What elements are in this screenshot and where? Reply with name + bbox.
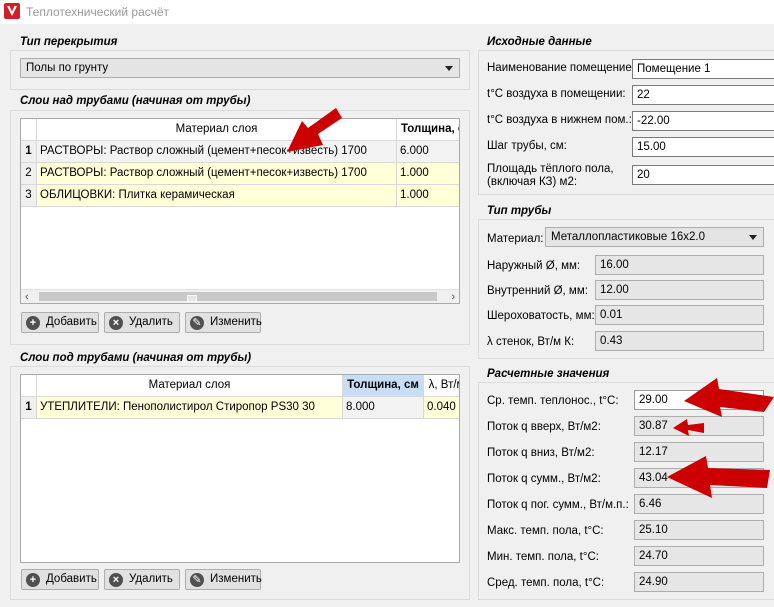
floor-type-select[interactable]: Полы по грунту xyxy=(20,58,460,78)
flow-up-label: Поток q вверх, Вт/м2: xyxy=(487,421,601,433)
mean-temp-label: Сред. темп. пола, t°C: xyxy=(487,577,605,589)
pipe-step-label: Шаг трубы, см: xyxy=(487,140,567,152)
table-corner xyxy=(21,375,37,397)
flow-linear-label: Поток q пог. сумм., Вт/м.п.: xyxy=(487,499,629,511)
room-temp-input[interactable]: 22 xyxy=(632,85,774,105)
max-temp-label: Макс. темп. пола, t°C: xyxy=(487,525,604,537)
button-label: Удалить xyxy=(129,573,173,585)
lower-temp-input[interactable]: -22.00 xyxy=(632,111,774,131)
table-cell-material[interactable]: РАСТВОРЫ: Раствор сложный (цемент+песок+… xyxy=(37,141,397,163)
results-title: Расчетные значения xyxy=(487,368,610,380)
scrollbar-grip xyxy=(187,295,197,302)
layers-above-table[interactable]: Материал слоя Толщина, см 1 РАСТВОРЫ: Ра… xyxy=(20,118,460,304)
column-header-thickness[interactable]: Толщина, см xyxy=(397,119,459,141)
floor-type-title: Тип перекрытия xyxy=(20,36,118,48)
button-label: Изменить xyxy=(210,316,262,328)
delete-layer-below-button[interactable]: × Удалить xyxy=(104,569,180,590)
outer-diameter-label: Наружный Ø, мм: xyxy=(487,260,581,272)
avg-temp-label: Ср. темп. теплонос., t°C: xyxy=(487,395,619,407)
scroll-left-icon[interactable]: ‹ xyxy=(25,291,29,303)
button-label: Изменить xyxy=(210,573,262,585)
mean-temp-field: 24.90 xyxy=(634,572,764,592)
wall-lambda-field: 0.43 xyxy=(595,331,764,351)
area-label-line2: (включая КЗ) м2: xyxy=(487,176,578,188)
layers-below-table[interactable]: Материал слоя Толщина, см λ, Вт/м К 1 УТ… xyxy=(20,374,460,563)
flow-sum-label: Поток q сумм., Вт/м2: xyxy=(487,473,601,485)
floor-type-value: Полы по грунту xyxy=(26,62,109,74)
table-cell-lambda[interactable]: 0.040 xyxy=(424,397,459,419)
table-cell-thickness[interactable]: 1.000 xyxy=(397,185,459,207)
outer-diameter-field: 16.00 xyxy=(595,255,764,275)
scrollbar-thumb[interactable] xyxy=(39,292,437,302)
delete-icon: × xyxy=(109,573,123,587)
lower-temp-label: t°C воздуха в нижнем пом.: xyxy=(487,114,632,126)
pipe-material-label: Материал: xyxy=(487,233,544,245)
table-cell-material[interactable]: ОБЛИЦОВКИ: Плитка керамическая xyxy=(37,185,397,207)
button-label: Добавить xyxy=(46,316,97,328)
area-label-line1: Площадь тёплого пола, xyxy=(487,163,614,175)
button-label: Удалить xyxy=(129,316,173,328)
column-header-thickness[interactable]: Толщина, см xyxy=(343,375,424,397)
edit-layer-above-button[interactable]: ✎ Изменить xyxy=(185,312,262,333)
chevron-down-icon xyxy=(749,235,757,240)
inner-diameter-label: Внутренний Ø, мм: xyxy=(487,285,588,297)
flow-linear-field: 6.46 xyxy=(634,494,764,514)
room-temp-label: t°C воздуха в помещении: xyxy=(487,88,626,100)
inner-diameter-field: 12.00 xyxy=(595,280,764,300)
plus-icon: + xyxy=(26,573,40,587)
edit-layer-below-button[interactable]: ✎ Изменить xyxy=(185,569,262,590)
table-corner xyxy=(21,119,37,141)
area-input[interactable]: 20 xyxy=(632,165,774,185)
flow-sum-field: 43.04 xyxy=(634,468,764,488)
column-header-lambda[interactable]: λ, Вт/м К xyxy=(424,375,459,397)
pipe-type-title: Тип трубы xyxy=(487,205,552,217)
row-number: 1 xyxy=(21,397,37,419)
table-cell-thickness[interactable]: 8.000 xyxy=(343,397,424,419)
delete-layer-above-button[interactable]: × Удалить xyxy=(104,312,180,333)
add-layer-below-button[interactable]: + Добавить xyxy=(21,569,99,590)
chevron-down-icon xyxy=(445,66,453,71)
plus-icon: + xyxy=(26,316,40,330)
pipe-material-value: Металлопластиковые 16x2.0 xyxy=(551,231,706,243)
row-number: 1 xyxy=(21,141,37,163)
table-cell-material[interactable]: УТЕПЛИТЕЛИ: Пенополистирол Стиропор PS30… xyxy=(37,397,343,419)
roughness-label: Шероховатость, мм: xyxy=(487,310,595,322)
edit-icon: ✎ xyxy=(190,573,204,587)
column-header-material[interactable]: Материал слоя xyxy=(37,119,397,141)
window-title: Теплотехнический расчёт xyxy=(26,5,170,19)
edit-icon: ✎ xyxy=(190,316,204,330)
button-label: Добавить xyxy=(46,573,97,585)
pipe-step-input[interactable]: 15.00 xyxy=(632,137,774,157)
table-cell-thickness[interactable]: 6.000 xyxy=(397,141,459,163)
flow-down-field: 12.17 xyxy=(634,442,764,462)
scroll-right-icon[interactable]: › xyxy=(451,291,455,303)
flow-up-field: 30.87 xyxy=(634,416,764,436)
title-bar: Теплотехнический расчёт xyxy=(0,0,774,24)
results-group xyxy=(478,382,774,600)
row-number: 3 xyxy=(21,185,37,207)
horizontal-scrollbar[interactable]: ‹ › xyxy=(21,289,459,303)
room-name-label: Наименование помещение: xyxy=(487,62,635,74)
add-layer-above-button[interactable]: + Добавить xyxy=(21,312,99,333)
source-data-title: Исходные данные xyxy=(487,36,592,48)
app-logo-icon xyxy=(4,3,20,19)
max-temp-field: 25.10 xyxy=(634,520,764,540)
pipe-material-select[interactable]: Металлопластиковые 16x2.0 xyxy=(545,227,764,247)
layers-above-title: Слои над трубами (начиная от трубы) xyxy=(20,95,251,107)
layers-below-title: Слои под трубами (начиная от трубы) xyxy=(20,352,252,364)
wall-lambda-label: λ стенок, Вт/м К: xyxy=(487,336,575,348)
delete-icon: × xyxy=(109,316,123,330)
min-temp-label: Мин. темп. пола, t°C: xyxy=(487,551,599,563)
table-cell-thickness[interactable]: 1.000 xyxy=(397,163,459,185)
table-cell-material[interactable]: РАСТВОРЫ: Раствор сложный (цемент+песок+… xyxy=(37,163,397,185)
roughness-field: 0.01 xyxy=(595,305,764,325)
row-number: 2 xyxy=(21,163,37,185)
avg-temp-field[interactable]: 29.00 xyxy=(634,390,764,410)
min-temp-field: 24.70 xyxy=(634,546,764,566)
flow-down-label: Поток q вниз, Вт/м2: xyxy=(487,447,595,459)
room-name-input[interactable]: Помещение 1 xyxy=(632,59,774,79)
column-header-material[interactable]: Материал слоя xyxy=(37,375,343,397)
